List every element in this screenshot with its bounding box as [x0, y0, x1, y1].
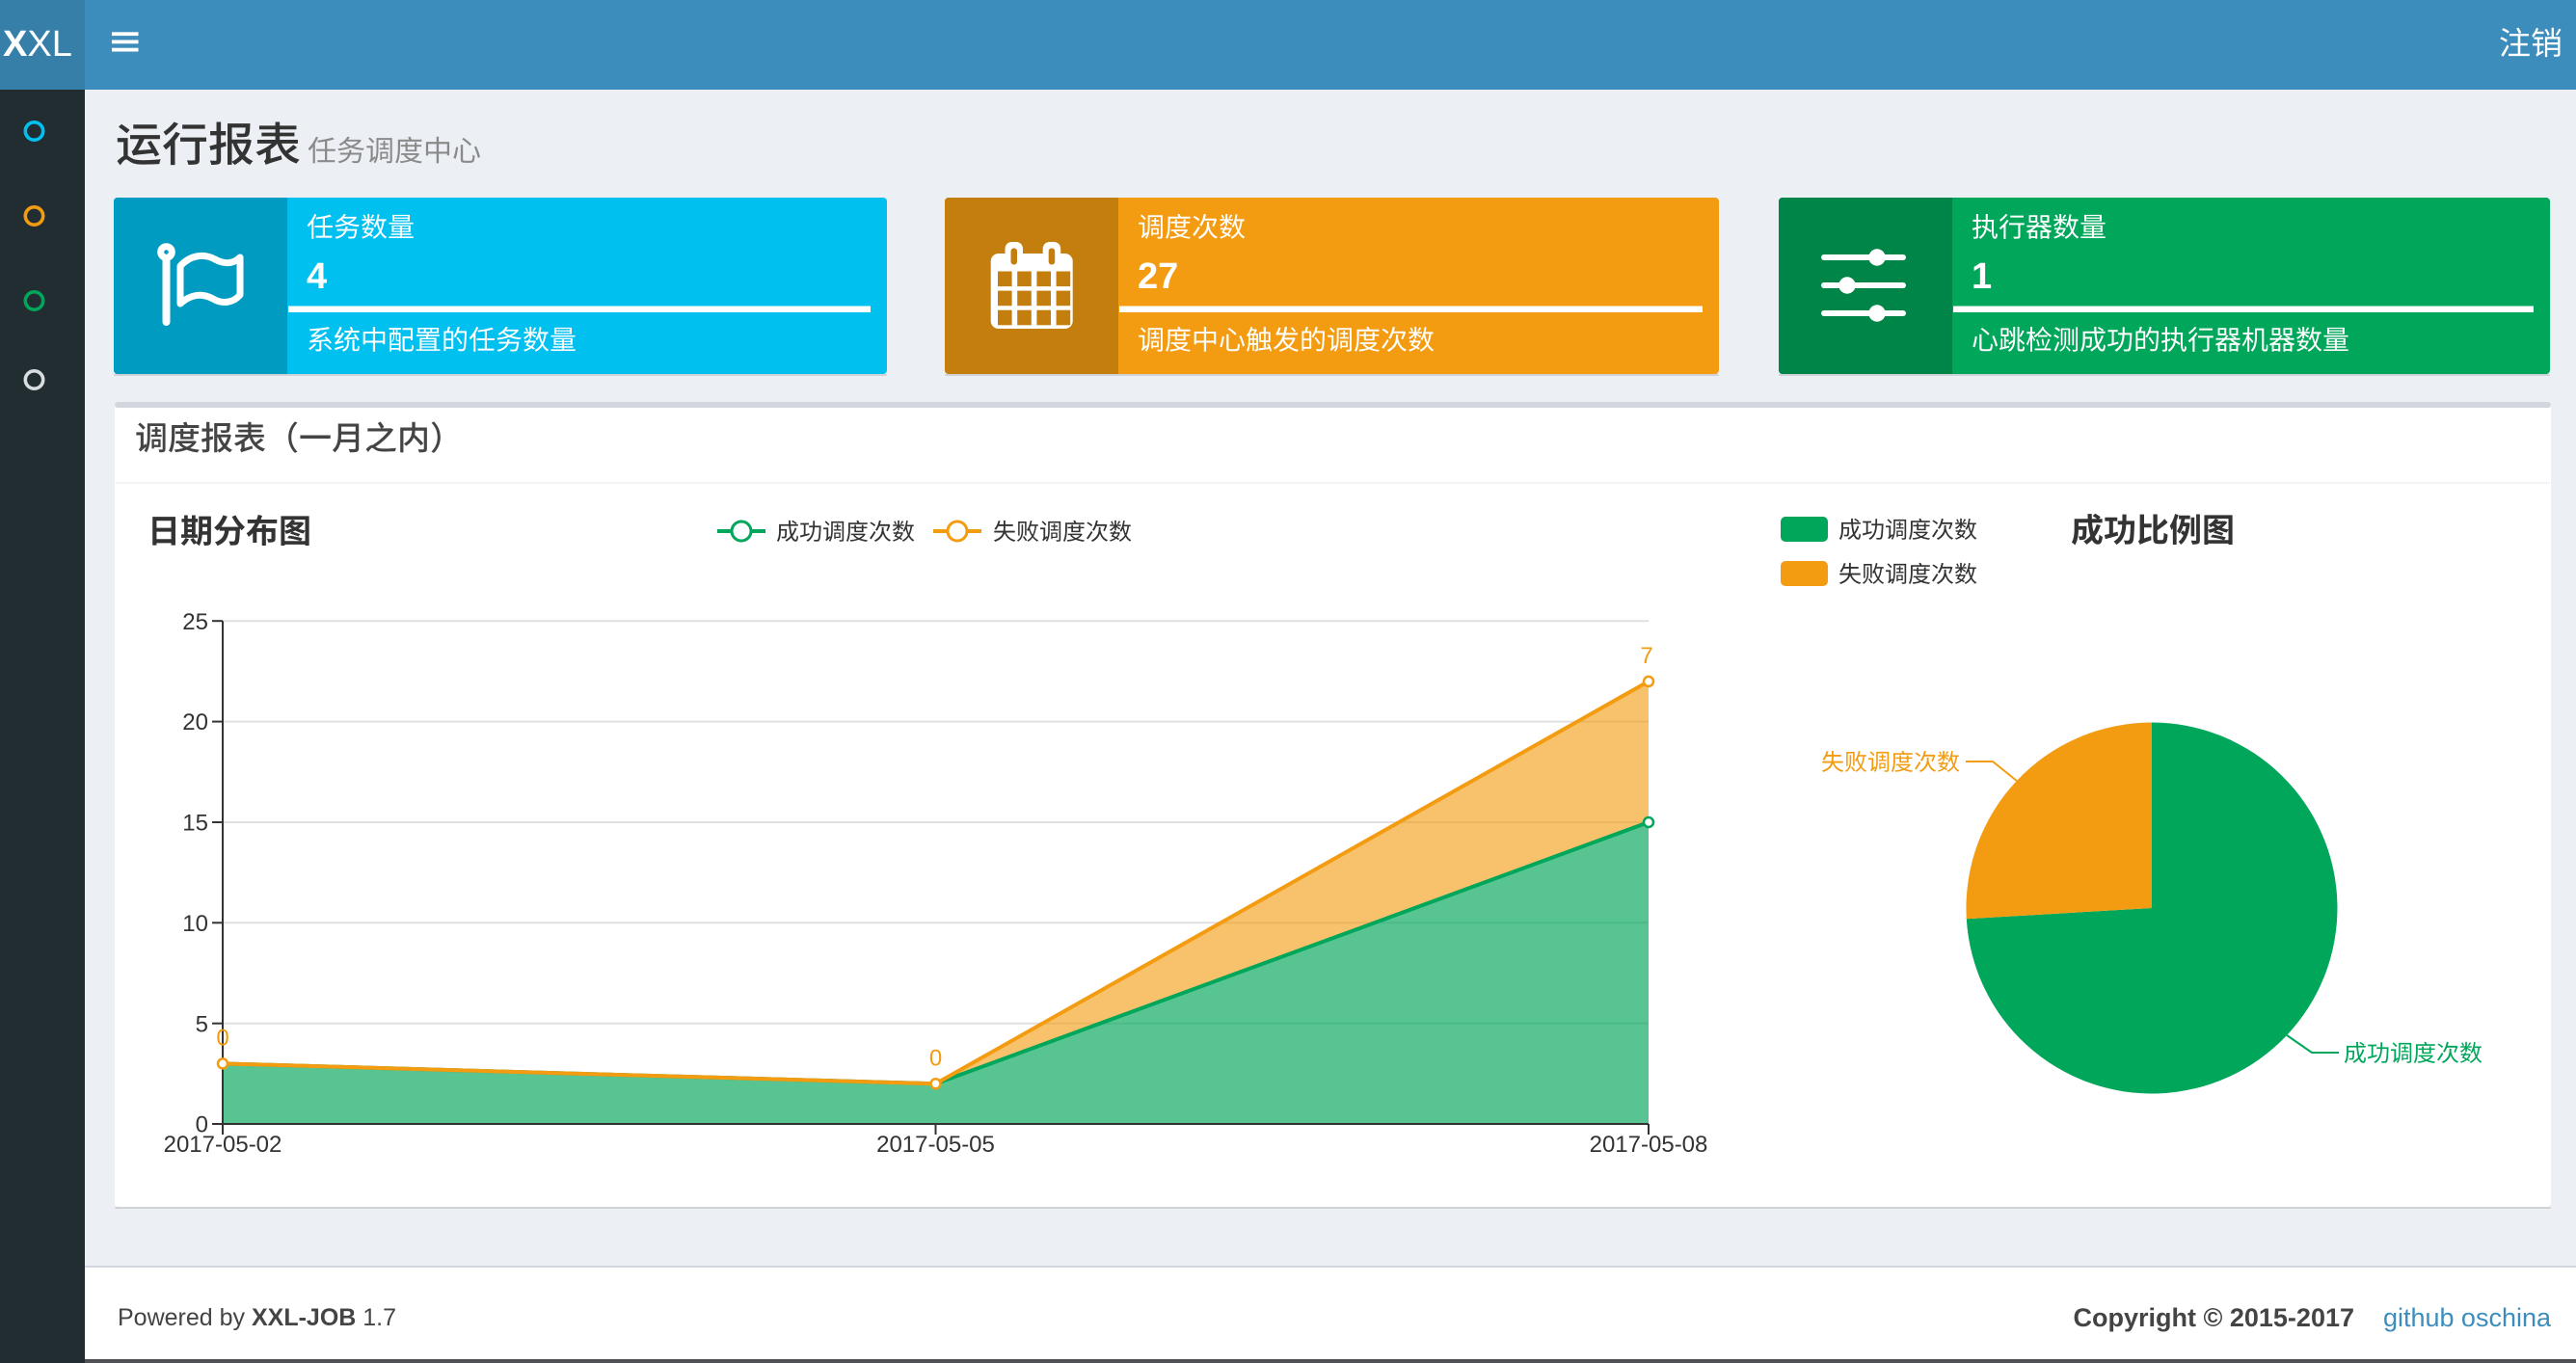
svg-text:1: 1: [1972, 256, 1992, 297]
svg-text:20: 20: [182, 709, 208, 735]
svg-text:0: 0: [216, 1025, 228, 1051]
svg-text:Copyright © 2015-2017: Copyright © 2015-2017: [2073, 1303, 2354, 1332]
svg-text:2017-05-02: 2017-05-02: [164, 1132, 282, 1158]
svg-text:0: 0: [929, 1045, 942, 1071]
svg-text:XXL: XXL: [3, 24, 72, 65]
svg-text:27: 27: [1138, 256, 1178, 297]
svg-text:7: 7: [1640, 643, 1652, 669]
svg-text:10: 10: [182, 911, 208, 937]
svg-text:25: 25: [182, 609, 208, 635]
svg-text:oschina: oschina: [2461, 1303, 2552, 1332]
svg-text:4: 4: [307, 256, 327, 297]
svg-text:15: 15: [182, 811, 208, 837]
svg-text:2017-05-05: 2017-05-05: [876, 1132, 995, 1158]
svg-text:5: 5: [196, 1011, 208, 1037]
svg-text:github: github: [2383, 1303, 2455, 1332]
svg-text:Powered by XXL-JOB 1.7: Powered by XXL-JOB 1.7: [118, 1304, 396, 1331]
svg-text:2017-05-08: 2017-05-08: [1590, 1132, 1708, 1158]
